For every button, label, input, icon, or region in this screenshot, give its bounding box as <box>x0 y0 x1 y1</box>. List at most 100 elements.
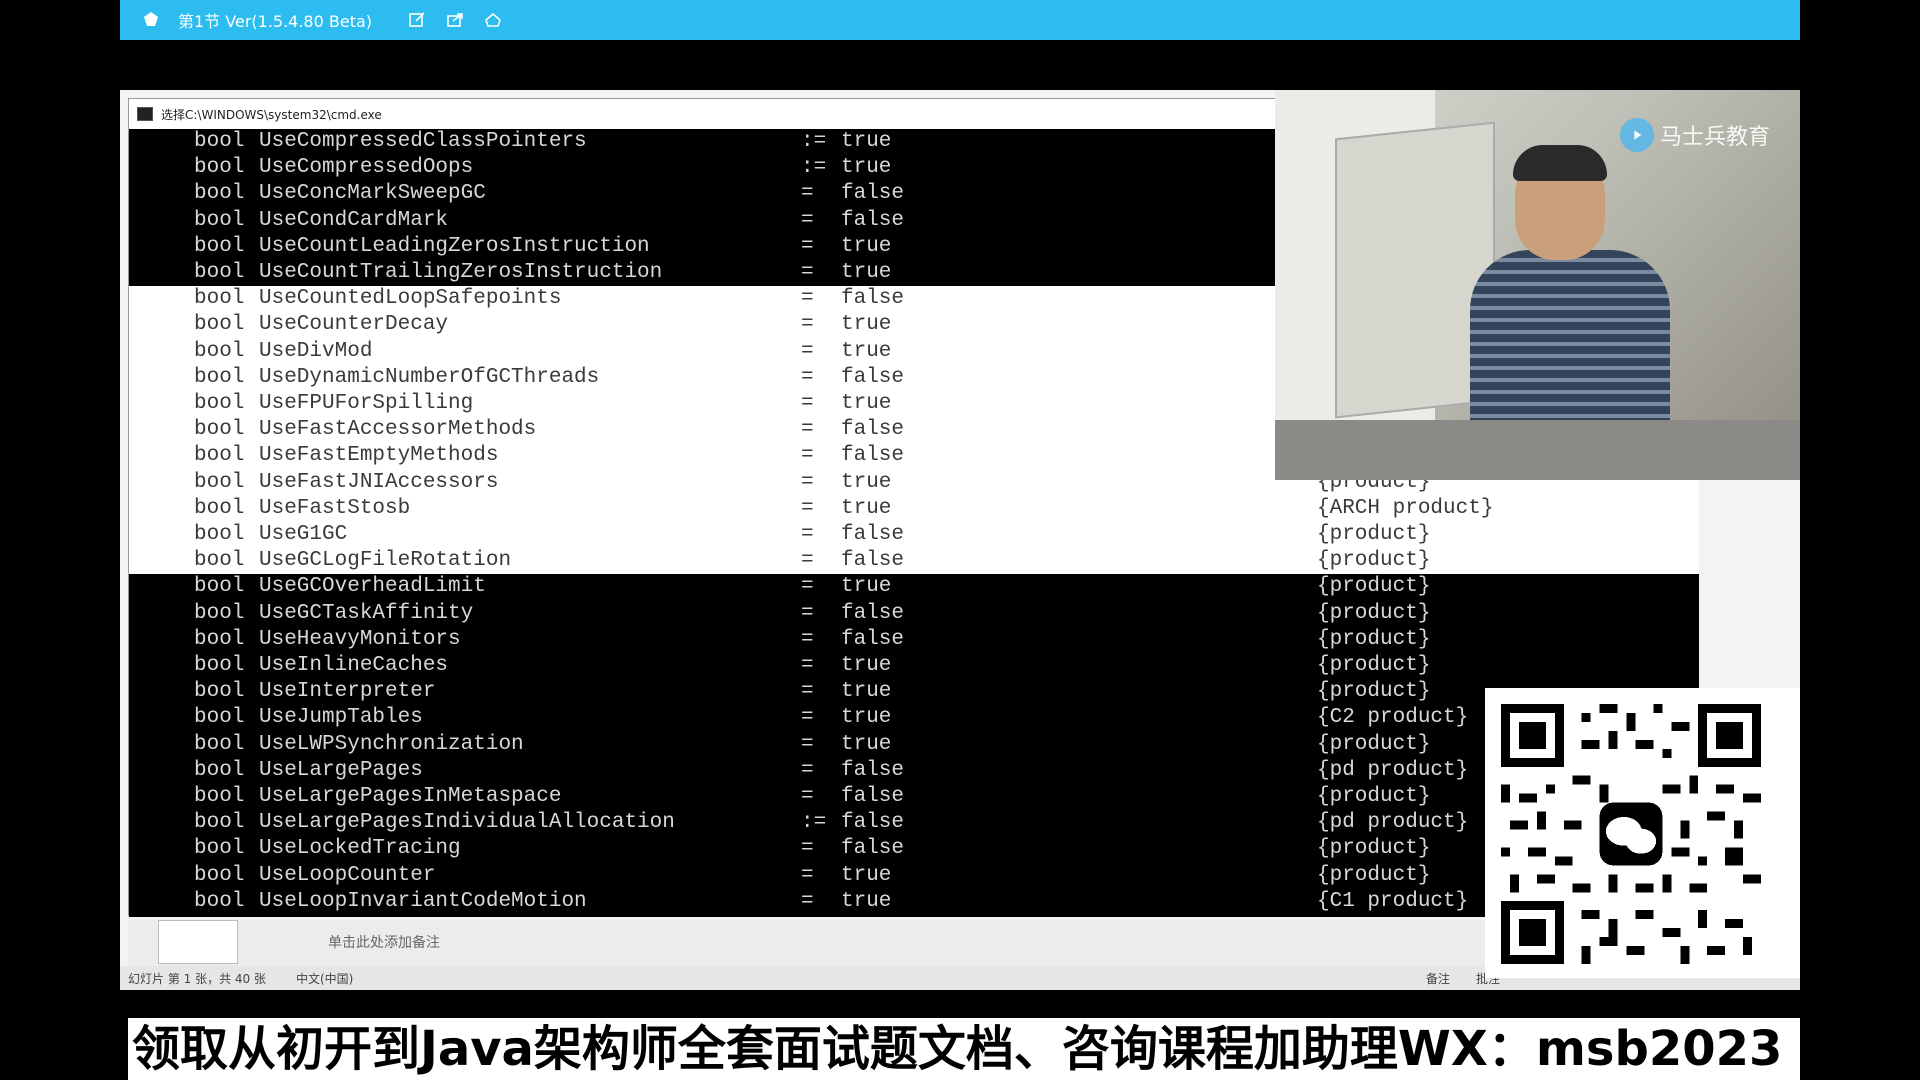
flag-type: bool <box>194 601 245 625</box>
flag-name: UseConcMarkSweepGC <box>259 182 486 206</box>
flag-name: UseCountLeadingZerosInstruction <box>259 234 650 258</box>
flag-type: bool <box>194 549 245 573</box>
flag-name: UseLWPSynchronization <box>259 732 524 756</box>
console-line[interactable]: bool UseLargePagesInMetaspace = false {produ… <box>129 784 1699 810</box>
console-line[interactable]: bool UseLockedTracing = false {product} <box>129 836 1699 862</box>
flag-type: bool <box>194 339 245 363</box>
flag-value: true <box>841 156 892 180</box>
promo-banner: 领取从初开到Java架构师全套面试题文档、咨询课程加助理WX：msb2023 <box>128 1018 1800 1080</box>
flag-kind: {C1 product} <box>1317 889 1469 913</box>
flag-name: UseLargePagesInMetaspace <box>259 785 562 808</box>
flag-operator: := <box>801 811 827 835</box>
flag-operator: = <box>801 627 814 651</box>
language-indicator[interactable]: 中文(中国) <box>296 970 353 987</box>
flag-value: true <box>841 261 892 284</box>
flag-operator: = <box>801 444 814 468</box>
notes-button[interactable]: 备注 <box>1426 970 1450 987</box>
flag-kind: {product} <box>1317 575 1431 599</box>
flag-type: bool <box>194 313 245 337</box>
flag-type: bool <box>194 575 245 599</box>
flag-kind: {product} <box>1317 549 1431 573</box>
flag-name: UseFastStosb <box>259 496 411 520</box>
flag-kind: {product} <box>1317 785 1431 808</box>
webcam-person-hair <box>1513 145 1607 181</box>
flag-name: UseFastAccessorMethods <box>259 418 537 442</box>
flag-value: true <box>841 313 892 337</box>
edit-icon[interactable] <box>406 9 428 31</box>
flag-operator: = <box>801 601 814 625</box>
flag-name: UseCompressedClassPointers <box>259 130 587 153</box>
console-line[interactable]: bool UseGCLogFileRotation = false {product} <box>129 548 1699 575</box>
flag-operator: = <box>801 234 814 258</box>
flag-type: bool <box>194 863 245 887</box>
console-line[interactable]: bool UseInterpreter = true {product} <box>129 679 1699 705</box>
flag-operator: = <box>801 365 814 389</box>
flag-name: UseGCTaskAffinity <box>259 601 474 625</box>
flag-value: true <box>841 732 892 756</box>
flag-operator: = <box>801 182 814 206</box>
brand-logo-icon <box>1619 118 1654 152</box>
flag-type: bool <box>194 627 245 651</box>
home-icon[interactable] <box>482 9 504 31</box>
qr-code-image <box>1501 704 1761 964</box>
flag-value: true <box>841 680 892 704</box>
console-line[interactable]: bool UseHeavyMonitors = false {product} <box>129 627 1699 653</box>
flag-type: bool <box>194 444 245 468</box>
flag-kind: {product} <box>1317 863 1431 887</box>
flag-operator: = <box>801 392 814 415</box>
app-logo-icon <box>140 9 162 31</box>
flag-name: UseLargePagesIndividualAllocation <box>259 811 675 835</box>
brand-text: 马士兵教育 <box>1659 125 1770 150</box>
flag-type: bool <box>194 523 245 546</box>
flag-type: bool <box>194 889 245 913</box>
flag-name: UseLoopCounter <box>259 863 436 887</box>
flag-type: bool <box>194 392 245 415</box>
share-icon[interactable] <box>444 9 466 31</box>
console-line[interactable]: bool UseLWPSynchronization = true {product} <box>129 732 1699 758</box>
flag-operator: := <box>801 130 827 153</box>
flag-type: bool <box>194 496 245 520</box>
flag-name: UseCountedLoopSafepoints <box>259 287 562 311</box>
flag-value: true <box>841 496 892 520</box>
flag-operator: = <box>801 785 814 808</box>
notes-pane[interactable]: 单击此处添加备注 <box>128 920 1488 970</box>
flag-value: true <box>841 889 892 913</box>
flag-value: false <box>841 811 905 835</box>
flag-value: false <box>841 418 905 442</box>
flag-operator: = <box>801 732 814 756</box>
console-line[interactable]: bool UseLargePagesIndividualAllocation:= f… <box>129 810 1699 836</box>
console-line[interactable]: bool UseJumpTables = true {C2 product} <box>129 705 1699 731</box>
webcam-overlay: 马士兵教育 <box>1275 90 1800 480</box>
flag-name: UseGCLogFileRotation <box>259 549 512 573</box>
flag-kind: {product} <box>1317 601 1431 625</box>
flag-value: true <box>841 234 892 258</box>
slide-thumbnail[interactable] <box>158 920 238 964</box>
flag-kind: {pd product} <box>1317 811 1469 835</box>
console-line[interactable]: bool UseFastStosb = true {ARCH product} <box>129 495 1699 522</box>
console-line[interactable]: bool UseLoopInvariantCodeMotion = true {C1 p… <box>129 889 1699 915</box>
cmd-window-title: 选择C:\WINDOWS\system32\cmd.exe <box>161 107 382 122</box>
flag-name: UseCondCardMark <box>259 208 449 232</box>
flag-operator: = <box>801 523 814 546</box>
console-line[interactable]: bool UseLoopCounter = true {product} <box>129 863 1699 889</box>
flag-value: false <box>841 287 905 311</box>
console-line[interactable]: bool UseGCOverheadLimit = true {product} <box>129 574 1699 600</box>
flag-type: bool <box>194 287 245 311</box>
flag-type: bool <box>194 234 245 258</box>
flag-name: UseDivMod <box>259 339 373 363</box>
console-line[interactable]: bool UseG1GC = false {product} <box>129 522 1699 549</box>
flag-value: false <box>841 365 905 389</box>
flag-operator: = <box>801 680 814 704</box>
notes-placeholder[interactable]: 单击此处添加备注 <box>328 932 440 952</box>
console-line[interactable]: bool UseInlineCaches = true {product} <box>129 653 1699 679</box>
flag-value: false <box>841 549 905 573</box>
flag-type: bool <box>194 130 245 153</box>
flag-type: bool <box>194 758 245 782</box>
slide-counter: 幻灯片 第 1 张，共 40 张 <box>128 971 266 986</box>
flag-name: UseFastEmptyMethods <box>259 444 499 468</box>
console-line[interactable]: bool UseLargePages = false {pd product} <box>129 758 1699 784</box>
console-line[interactable]: bool UseGCTaskAffinity = false {product} <box>129 601 1699 627</box>
flag-name: UseG1GC <box>259 523 348 546</box>
flag-type: bool <box>194 785 245 808</box>
flag-value: true <box>841 654 892 677</box>
